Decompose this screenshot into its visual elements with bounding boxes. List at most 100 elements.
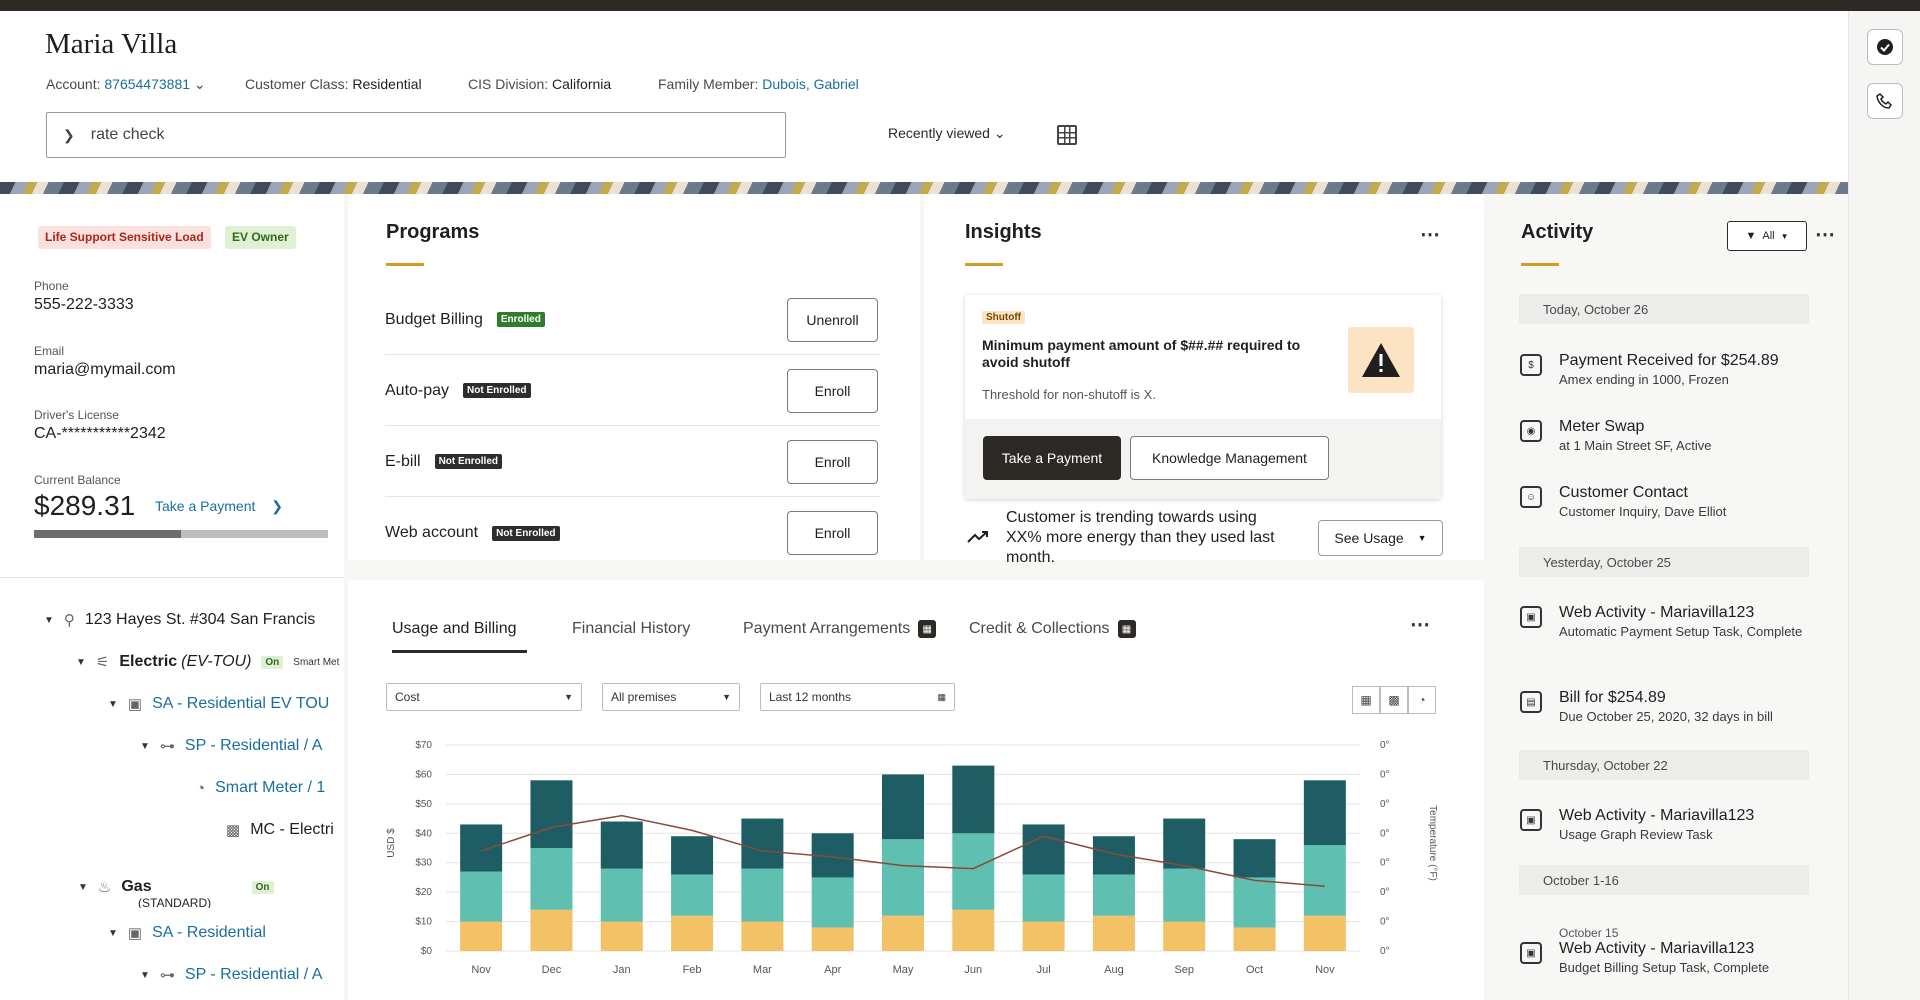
bar-segment bbox=[952, 765, 995, 834]
bar-segment bbox=[1092, 874, 1135, 916]
tree-electric[interactable]: ▼ ⚟ Electric (EV-TOU) On Smart Met bbox=[76, 653, 339, 671]
see-usage-dropdown[interactable]: See Usage ▼ bbox=[1318, 520, 1443, 556]
tree-sa-residential[interactable]: ▼ ▣ SA - Residential bbox=[108, 924, 266, 942]
monitor-icon: ▣ bbox=[1520, 942, 1542, 964]
phone-button[interactable] bbox=[1867, 83, 1903, 119]
top-bar bbox=[0, 0, 1920, 11]
tab-credit-collections[interactable]: Credit & Collections ▦ bbox=[969, 620, 1136, 638]
insights-underline bbox=[965, 263, 1003, 266]
x-tick-label: Nov bbox=[471, 964, 491, 976]
caret-down-icon[interactable]: ▼ bbox=[108, 928, 118, 939]
bar-chart-icon: ▩ bbox=[1388, 693, 1400, 707]
tab-usage-billing[interactable]: Usage and Billing bbox=[392, 620, 517, 638]
tree-gas[interactable]: ▼ ♨ Gas On bbox=[78, 878, 274, 896]
caret-down-icon[interactable]: ▼ bbox=[76, 657, 86, 668]
family-member-link[interactable]: Dubois, Gabriel bbox=[762, 76, 859, 92]
account-link[interactable]: 87654473881 bbox=[104, 76, 190, 92]
premises-select[interactable]: All premises ▼ bbox=[602, 683, 740, 711]
y2-tick-label: 0° bbox=[1380, 799, 1390, 810]
phone-value: 555-222-3333 bbox=[34, 296, 134, 313]
search-input[interactable]: ❯ rate check bbox=[46, 112, 786, 158]
y2-tick-label: 0° bbox=[1380, 828, 1390, 839]
calendar-icon: ▦ bbox=[937, 691, 946, 702]
x-tick-label: Aug bbox=[1104, 964, 1124, 976]
table-view-button[interactable]: ▦ bbox=[1352, 686, 1380, 714]
y2-tick-label: 0° bbox=[1380, 740, 1390, 751]
division-meta: CIS Division: California bbox=[468, 76, 612, 92]
y-tick-label: $20 bbox=[415, 887, 432, 898]
enroll-web-button[interactable]: Enroll bbox=[787, 511, 878, 555]
y-tick-label: $50 bbox=[415, 799, 432, 810]
y2-tick-label: 0° bbox=[1380, 769, 1390, 780]
y2-tick-label: 0° bbox=[1380, 858, 1390, 869]
grid-icon[interactable] bbox=[1057, 125, 1077, 145]
bar-segment bbox=[741, 818, 784, 869]
bar-meter-icon: ▩ bbox=[226, 822, 241, 839]
tree-smart-meter[interactable]: ◔ Smart Meter / 1 bbox=[196, 779, 325, 797]
bar-segment bbox=[530, 848, 573, 910]
period-select[interactable]: Last 12 months ▦ bbox=[760, 683, 955, 711]
balance-label: Current Balance bbox=[34, 473, 121, 487]
y-tick-label: $10 bbox=[415, 917, 432, 928]
bar-segment bbox=[811, 927, 854, 951]
bar-segment bbox=[1163, 921, 1206, 951]
enroll-ebill-button[interactable]: Enroll bbox=[787, 440, 878, 484]
service-point-icon: ⊶ bbox=[159, 967, 175, 984]
enroll-autopay-button[interactable]: Enroll bbox=[787, 369, 878, 413]
activity-date-group: Yesterday, October 25 bbox=[1519, 547, 1809, 577]
bar-segment bbox=[741, 921, 784, 951]
knowledge-management-button[interactable]: Knowledge Management bbox=[1130, 436, 1329, 480]
bar-segment bbox=[671, 836, 714, 875]
caret-down-icon: ▼ bbox=[564, 692, 573, 702]
caret-down-icon[interactable]: ▼ bbox=[78, 882, 88, 893]
activity-underline bbox=[1521, 263, 1559, 266]
bar-segment bbox=[530, 780, 573, 848]
account-chevron-down-icon[interactable]: ⌄ bbox=[194, 76, 206, 92]
tree-mc-electric[interactable]: ▩ MC - Electri bbox=[226, 821, 334, 839]
shutoff-tag: Shutoff bbox=[982, 311, 1025, 324]
tree-gas-sub: (STANDARD) bbox=[138, 898, 212, 908]
x-tick-label: Nov bbox=[1315, 964, 1335, 976]
take-payment-link[interactable]: Take a Payment ❯ bbox=[155, 498, 283, 515]
take-payment-button[interactable]: Take a Payment bbox=[983, 436, 1121, 480]
account-meta: Account: 87654473881 ⌄ bbox=[46, 76, 206, 92]
customer-name: Maria Villa bbox=[45, 28, 178, 60]
x-tick-label: Jul bbox=[1037, 964, 1051, 976]
usage-more-button[interactable]: ⋯ bbox=[1410, 612, 1431, 637]
pie-view-button[interactable]: ◔ bbox=[1408, 686, 1436, 714]
caret-down-icon[interactable]: ▼ bbox=[140, 741, 150, 752]
bar-segment bbox=[1233, 927, 1276, 951]
tab-payment-arrangements[interactable]: Payment Arrangements ▦ bbox=[743, 620, 937, 638]
y-tick-label: $30 bbox=[415, 858, 432, 869]
unenroll-button[interactable]: Unenroll bbox=[787, 298, 878, 342]
license-label: Driver's License bbox=[34, 408, 119, 422]
tree-sp-a[interactable]: ▼ ⊶ SP - Residential / A bbox=[140, 737, 322, 755]
cost-select[interactable]: Cost ▼ bbox=[386, 683, 582, 711]
caret-down-icon[interactable]: ▼ bbox=[44, 615, 54, 626]
caret-down-icon[interactable]: ▼ bbox=[108, 699, 118, 710]
tree-sp-a2[interactable]: ▼ ⊶ SP - Residential / A bbox=[140, 966, 322, 984]
check-circle-button[interactable] bbox=[1867, 29, 1903, 65]
tree-sa-ev[interactable]: ▼ ▣ SA - Residential EV TOU bbox=[108, 695, 329, 713]
bar-segment bbox=[600, 821, 643, 869]
x-tick-label: Apr bbox=[824, 964, 841, 976]
x-tick-label: Oct bbox=[1246, 964, 1263, 976]
tab-financial-history[interactable]: Financial History bbox=[572, 620, 690, 638]
service-point-icon: ⊶ bbox=[159, 738, 175, 755]
y-tick-label: $60 bbox=[415, 769, 432, 780]
insights-title: Insights bbox=[965, 221, 1042, 243]
recently-viewed-dropdown[interactable]: Recently viewed ⌄ bbox=[888, 125, 1006, 142]
flame-icon: ♨ bbox=[97, 879, 112, 896]
bar-segment bbox=[882, 839, 924, 916]
insights-more-button[interactable]: ⋯ bbox=[1420, 222, 1441, 247]
bar-segment bbox=[600, 868, 643, 922]
tree-address[interactable]: ▼ ⚲ 123 Hayes St. #304 San Francis bbox=[44, 611, 315, 629]
monitor-icon: ▣ bbox=[1520, 809, 1542, 831]
caret-down-icon[interactable]: ▼ bbox=[140, 970, 150, 981]
activity-more-button[interactable]: ⋯ bbox=[1815, 222, 1836, 247]
activity-filter-button[interactable]: ▼ All ▼ bbox=[1727, 221, 1807, 251]
chart-view-button[interactable]: ▩ bbox=[1380, 686, 1408, 714]
bar-segment bbox=[530, 909, 573, 951]
y2-axis-label: Temperature (°F) bbox=[1427, 805, 1438, 881]
location-pin-icon: ⚲ bbox=[63, 612, 75, 629]
